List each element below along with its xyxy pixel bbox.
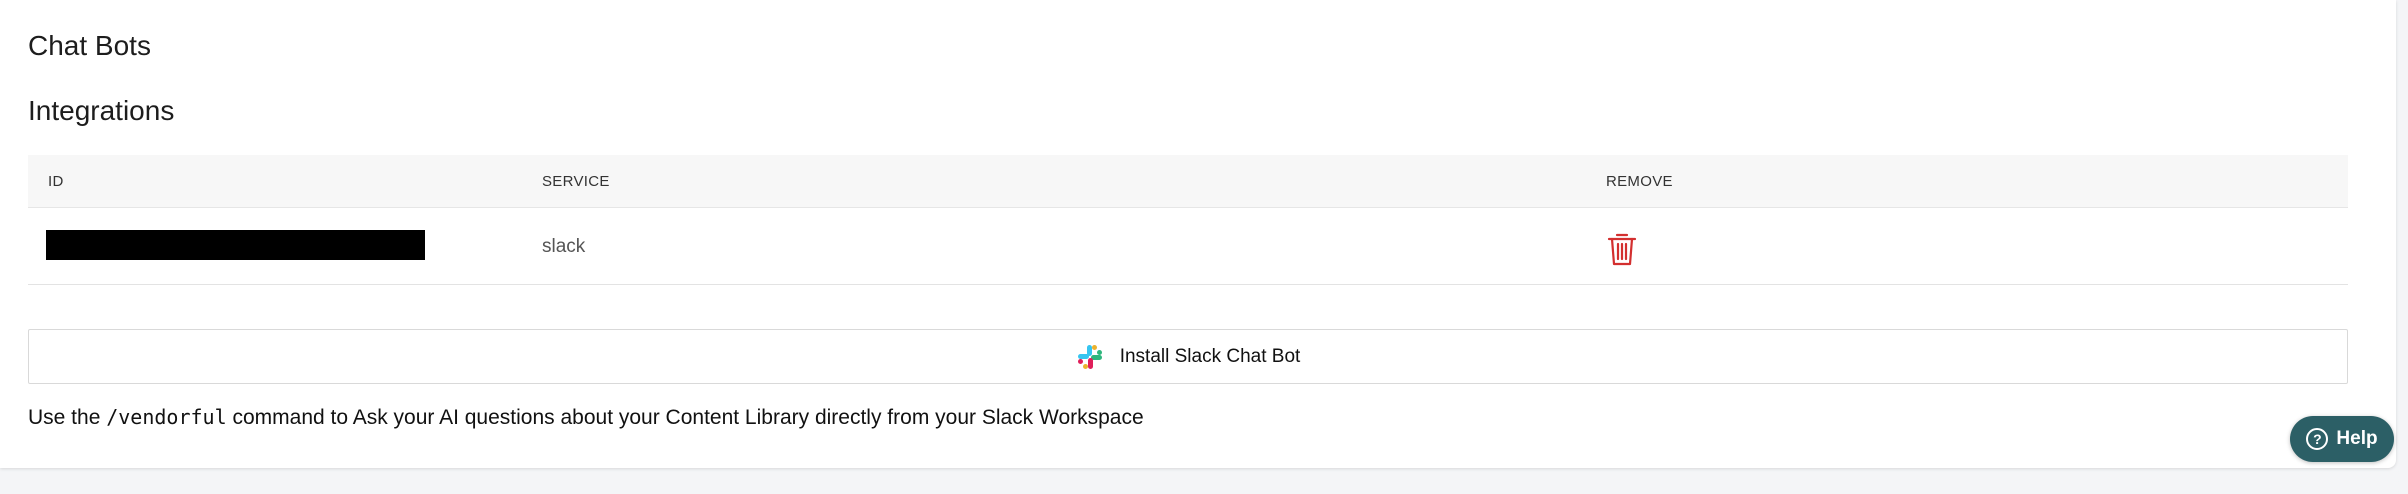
slack-icon — [1076, 343, 1104, 371]
help-label: Help — [2336, 428, 2378, 449]
column-header-remove: REMOVE — [1606, 173, 1673, 190]
help-button[interactable]: ? Help — [2290, 416, 2394, 462]
integrations-table: ID SERVICE REMOVE slack — [28, 155, 2348, 285]
slack-command-hint: Use the /vendorful command to Ask your A… — [28, 405, 1144, 430]
redacted-id — [46, 230, 425, 260]
section-title: Chat Bots — [28, 30, 151, 61]
hint-prefix: Use the — [28, 406, 107, 429]
integrations-title: Integrations — [28, 95, 175, 126]
trash-icon[interactable] — [1606, 231, 1638, 267]
chat-bots-card: Chat Bots Integrations ID SERVICE REMOVE… — [0, 0, 2396, 468]
hint-suffix: command to Ask your AI questions about y… — [226, 406, 1144, 429]
row-service-cell: slack — [542, 236, 586, 257]
column-header-service: SERVICE — [542, 173, 610, 190]
question-circle-icon: ? — [2306, 428, 2329, 450]
column-header-id: ID — [48, 173, 64, 190]
table-header: ID SERVICE REMOVE — [28, 155, 2348, 208]
hint-command: /vendorful — [106, 405, 227, 429]
install-slack-chat-bot-button[interactable]: Install Slack Chat Bot — [28, 329, 2348, 384]
install-button-label: Install Slack Chat Bot — [1119, 345, 1301, 367]
